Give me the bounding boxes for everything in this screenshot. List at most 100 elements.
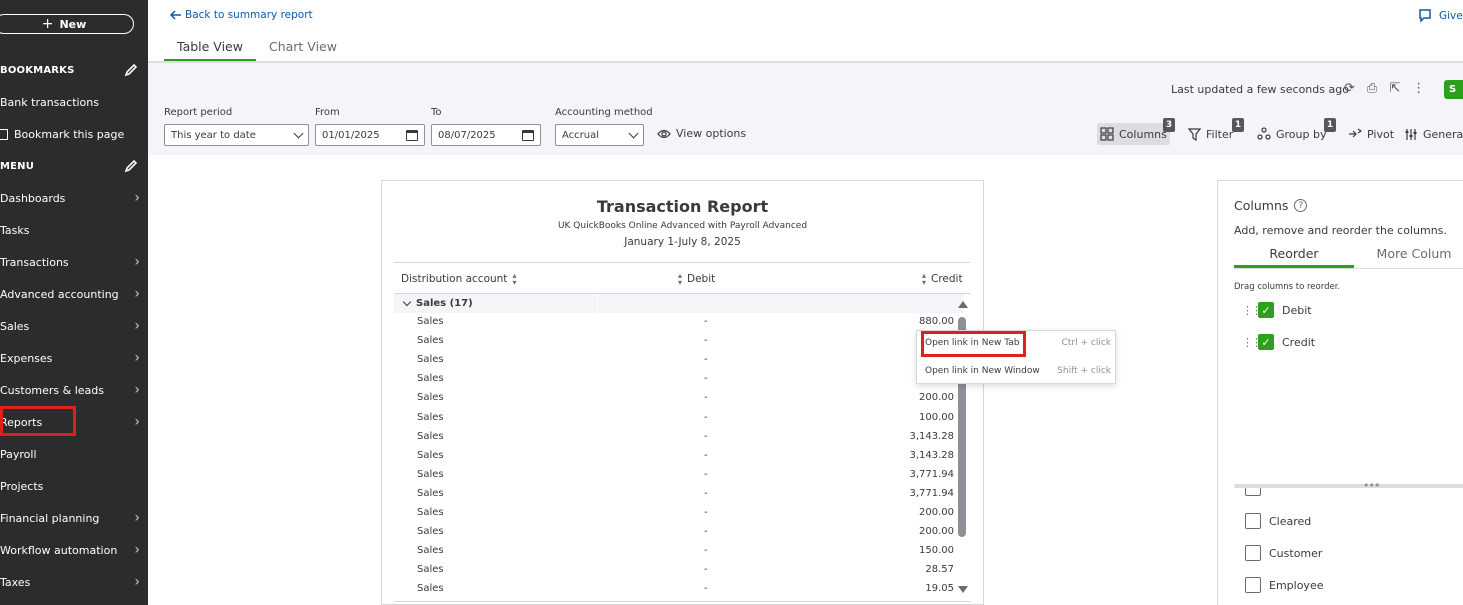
cell-account[interactable]: Sales bbox=[417, 316, 444, 327]
table-row[interactable]: Sales - 150.00 bbox=[394, 542, 954, 561]
table-row[interactable]: Sales - 200.00 bbox=[394, 504, 954, 523]
cell-account[interactable]: Sales bbox=[417, 354, 444, 365]
column-item-debit[interactable]: ⋮⋮ ✓ Debit bbox=[1242, 302, 1312, 318]
give-feedback-link[interactable]: Give bbox=[1418, 8, 1463, 23]
drag-handle-icon[interactable]: ⋮⋮ bbox=[1242, 336, 1262, 349]
scroll-up-icon[interactable] bbox=[958, 301, 968, 308]
column-header-credit[interactable]: ▴ ▾ Credit bbox=[922, 272, 963, 287]
cell-credit[interactable]: 28.57 bbox=[925, 564, 954, 575]
cell-credit[interactable]: 880.00 bbox=[919, 316, 954, 327]
table-row[interactable]: Sales - bbox=[394, 370, 954, 389]
tab-table-view[interactable]: Table View bbox=[164, 36, 256, 62]
table-row[interactable]: Sales - 28.57 bbox=[394, 561, 954, 580]
cell-account[interactable]: Sales bbox=[417, 488, 444, 499]
save-customization-button[interactable]: S bbox=[1444, 80, 1463, 99]
sidebar-item-sales[interactable]: Sales › bbox=[0, 314, 148, 338]
sidebar-item-tasks[interactable]: Tasks bbox=[0, 218, 148, 242]
cell-account[interactable]: Sales bbox=[417, 564, 444, 575]
checkbox-employee[interactable] bbox=[1245, 577, 1261, 593]
cell-credit[interactable]: 100.00 bbox=[919, 412, 954, 423]
cell-account[interactable]: Sales bbox=[417, 373, 444, 384]
drag-handle-icon[interactable]: ⋮⋮ bbox=[1242, 304, 1262, 317]
sidebar-item-financial-planning[interactable]: Financial planning › bbox=[0, 506, 148, 530]
splitter-grip-icon[interactable]: ••• bbox=[1363, 479, 1380, 492]
cell-account[interactable]: Sales bbox=[417, 392, 444, 403]
sidebar-item-customers-leads[interactable]: Customers & leads › bbox=[0, 378, 148, 402]
sidebar-item-dashboards[interactable]: Dashboards › bbox=[0, 186, 148, 210]
cell-account[interactable]: Sales bbox=[417, 583, 444, 594]
available-column-customer[interactable]: Customer bbox=[1245, 545, 1322, 561]
column-header-debit[interactable]: ▴ ▾ Debit bbox=[678, 272, 715, 287]
cell-account[interactable]: Sales bbox=[417, 431, 444, 442]
available-column-employee[interactable]: Employee bbox=[1245, 577, 1323, 593]
export-icon[interactable]: ⇱ bbox=[1389, 81, 1400, 96]
new-button[interactable]: + New bbox=[0, 14, 134, 34]
calendar-icon[interactable] bbox=[406, 129, 418, 141]
checkbox-cleared[interactable] bbox=[1245, 513, 1261, 529]
general-settings-button[interactable]: General bbox=[1404, 123, 1463, 145]
available-column-cleared[interactable]: Cleared bbox=[1245, 513, 1311, 529]
sidebar-item-payroll[interactable]: Payroll bbox=[0, 442, 148, 466]
checkbox-customer[interactable] bbox=[1245, 545, 1261, 561]
table-row[interactable]: Sales - 880.00 bbox=[394, 313, 954, 332]
sidebar-item-transactions[interactable]: Transactions › bbox=[0, 250, 148, 274]
cell-credit[interactable]: 3,771.94 bbox=[909, 469, 954, 480]
cell-account[interactable]: Sales bbox=[417, 469, 444, 480]
cell-account[interactable]: Sales bbox=[417, 507, 444, 518]
group-by-button[interactable]: Group by 1 bbox=[1257, 118, 1336, 145]
table-row[interactable]: Sales - 200.00 bbox=[394, 523, 954, 542]
cell-credit[interactable]: 3,143.28 bbox=[909, 450, 954, 461]
columns-button[interactable]: Columns 3 bbox=[1097, 118, 1175, 145]
sidebar-item-workflow-automation[interactable]: Workflow automation › bbox=[0, 538, 148, 562]
cell-credit[interactable]: 200.00 bbox=[919, 507, 954, 518]
tab-reorder[interactable]: Reorder bbox=[1234, 245, 1354, 268]
cell-credit[interactable]: 3,771.94 bbox=[909, 488, 954, 499]
checkbox-debit[interactable]: ✓ bbox=[1258, 302, 1274, 318]
checkbox-partial[interactable] bbox=[1245, 488, 1261, 496]
cell-account[interactable]: Sales bbox=[417, 526, 444, 537]
tab-more-columns[interactable]: More Colum bbox=[1354, 245, 1463, 268]
scroll-down-icon[interactable] bbox=[958, 586, 968, 593]
cell-credit[interactable]: 19.05 bbox=[925, 583, 954, 594]
back-to-summary-link[interactable]: Back to summary report bbox=[170, 9, 313, 21]
table-row[interactable]: Sales - 200.00 bbox=[394, 389, 954, 408]
to-date-field[interactable]: 08/07/2025 bbox=[431, 124, 541, 146]
cell-credit[interactable]: 200.00 bbox=[919, 392, 954, 403]
table-row[interactable]: Sales - 3,143.28 bbox=[394, 428, 954, 447]
column-item-credit[interactable]: ⋮⋮ ✓ Credit bbox=[1242, 334, 1315, 350]
sidebar-bookmark-bank-transactions[interactable]: Bank transactions bbox=[0, 90, 148, 114]
cell-account[interactable]: Sales bbox=[417, 412, 444, 423]
table-row[interactable]: Sales - 3,771.94 bbox=[394, 466, 954, 485]
table-row[interactable]: Sales-1, bbox=[394, 351, 954, 370]
from-date-field[interactable]: 01/01/2025 bbox=[315, 124, 425, 146]
checkbox-credit[interactable]: ✓ bbox=[1258, 334, 1274, 350]
table-row[interactable]: Sales - 100.00 bbox=[394, 409, 954, 428]
cell-credit[interactable]: 3,143.28 bbox=[909, 431, 954, 442]
tab-chart-view[interactable]: Chart View bbox=[256, 36, 350, 62]
column-header-distribution-account[interactable]: Distribution account ▴ ▾ bbox=[401, 272, 516, 287]
report-period-select[interactable]: This year to date bbox=[164, 124, 309, 146]
table-row[interactable]: Sales-1, bbox=[394, 332, 954, 351]
refresh-icon[interactable]: ⟳ bbox=[1344, 81, 1355, 96]
cell-credit[interactable]: 150.00 bbox=[919, 545, 954, 556]
accounting-method-select[interactable]: Accrual bbox=[555, 124, 644, 146]
sidebar-item-taxes[interactable]: Taxes › bbox=[0, 570, 148, 594]
cell-credit[interactable]: 200.00 bbox=[919, 526, 954, 537]
panel-splitter[interactable] bbox=[1234, 484, 1463, 488]
menu-item-open-new-window[interactable]: Open link in New Window Shift + click bbox=[925, 366, 1111, 376]
edit-bookmarks-icon[interactable] bbox=[124, 63, 138, 77]
calendar-icon[interactable] bbox=[522, 129, 534, 141]
cell-account[interactable]: Sales bbox=[417, 545, 444, 556]
filter-button[interactable]: Filter 1 bbox=[1188, 118, 1244, 145]
table-row[interactable]: Sales - 3,771.94 bbox=[394, 485, 954, 504]
view-options-button[interactable]: View options bbox=[657, 127, 746, 140]
sidebar-item-projects[interactable]: Projects bbox=[0, 474, 148, 498]
pivot-button[interactable]: Pivot bbox=[1348, 123, 1394, 145]
cell-account[interactable]: Sales bbox=[417, 450, 444, 461]
cell-account[interactable]: Sales bbox=[417, 335, 444, 346]
table-row[interactable]: Sales - 19.05 bbox=[394, 580, 954, 599]
print-icon[interactable]: ⎙ bbox=[1367, 81, 1377, 96]
table-row[interactable]: Sales - 3,143.28 bbox=[394, 447, 954, 466]
sidebar-item-expenses[interactable]: Expenses › bbox=[0, 346, 148, 370]
more-options-icon[interactable]: ⋮ bbox=[1412, 81, 1425, 96]
